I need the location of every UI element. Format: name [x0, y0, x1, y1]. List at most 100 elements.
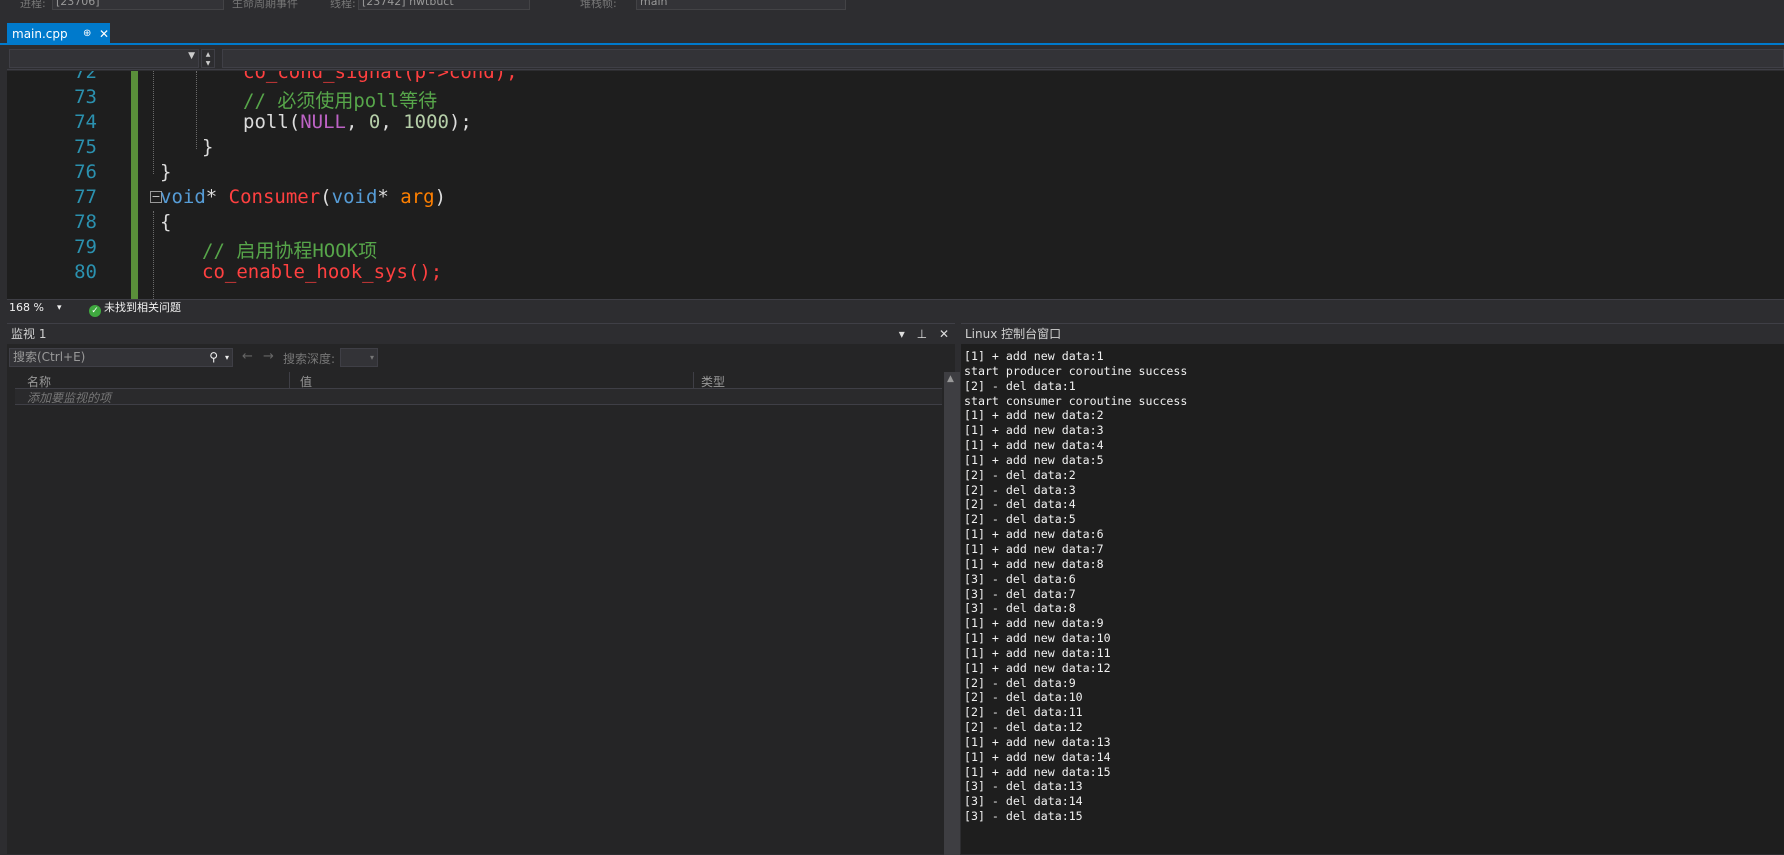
console-line: [1] + add new data:3: [964, 423, 1104, 438]
line-number: 72: [74, 71, 97, 83]
console-line: [3] - del data:6: [964, 571, 1076, 586]
linux-console-panel: Linux 控制台窗口 [1] + add new data:1 start pr…: [961, 323, 1784, 854]
panel-tools: ▾ ⊥ ✕: [891, 324, 949, 344]
console-line: start producer coroutine success: [964, 363, 1188, 378]
search-icon[interactable]: ⚲: [209, 349, 218, 366]
console-line: [3] - del data:13: [964, 779, 1083, 794]
down-icon: ▼: [205, 60, 211, 67]
scroll-up-icon[interactable]: ▲: [947, 374, 954, 384]
console-line: [1] + add new data:4: [964, 438, 1104, 453]
indent-guide: [153, 211, 154, 299]
arrow-left-icon[interactable]: ←: [242, 349, 253, 364]
console-line: [1] + add new data:15: [964, 764, 1111, 779]
zoom-level[interactable]: 168 %: [9, 300, 44, 316]
scope-combo[interactable]: ▼: [9, 49, 199, 68]
add-watch-row[interactable]: 添加要监视的项: [15, 389, 942, 405]
chevron-down-icon[interactable]: ▾: [57, 300, 62, 316]
console-line: [2] - del data:10: [964, 690, 1083, 705]
console-line: [1] + add new data:1: [964, 349, 1104, 363]
code-line: // 必须使用poll等待: [243, 90, 438, 112]
search-placeholder: 搜索(Ctrl+E): [13, 350, 86, 364]
console-line: [2] - del data:12: [964, 720, 1083, 735]
code-line: poll(NULL, 0, 1000);: [243, 111, 472, 133]
search-depth-combo[interactable]: ▾: [340, 348, 378, 367]
line-number: 74: [74, 111, 97, 133]
code-line: }: [202, 136, 214, 158]
column-header-type[interactable]: 类型: [701, 373, 725, 390]
line-number: 73: [74, 86, 97, 108]
watch-scrollbar[interactable]: ▲: [944, 372, 960, 855]
search-input[interactable]: 搜索(Ctrl+E) ⚲ ▾: [9, 348, 233, 367]
console-line: [3] - del data:7: [964, 586, 1076, 601]
chevron-down-icon[interactable]: ▾: [225, 349, 229, 366]
console-line: [2] - del data:9: [964, 675, 1076, 690]
column-header-value[interactable]: 值: [300, 373, 312, 390]
console-line: [1] + add new data:6: [964, 527, 1104, 542]
code-line: }: [160, 161, 172, 183]
line-number: 77: [74, 186, 97, 208]
add-watch-placeholder: 添加要监视的项: [27, 391, 112, 405]
stack-frame-combo[interactable]: main: [636, 0, 846, 10]
tab-main-cpp[interactable]: main.cpp ⊕ ✕: [7, 23, 110, 45]
lifecycle-events-label[interactable]: 生命周期事件: [232, 0, 298, 11]
watch-grid-header: 名称 值 类型: [15, 372, 942, 389]
console-line: [1] + add new data:12: [964, 660, 1111, 675]
change-indicator-bar: [131, 71, 138, 299]
watch-panel-title: 监视 1 ▾ ⊥ ✕: [7, 324, 955, 344]
issues-indicator[interactable]: ✓ 未找到相关问题: [89, 300, 181, 317]
search-depth-label: 搜索深度:: [283, 352, 336, 366]
document-tab-strip: main.cpp ⊕ ✕: [0, 23, 1784, 45]
close-icon[interactable]: ✕: [99, 23, 109, 45]
pin-icon[interactable]: ⊥: [917, 327, 927, 341]
stack-frame-label: 堆栈帧:: [580, 0, 617, 10]
console-line: [2] - del data:11: [964, 705, 1083, 720]
process-combo[interactable]: [23706]: [52, 0, 224, 10]
debug-location-toolbar: 进程: [23706] 生命周期事件 线程: [23742] hwtbuct 堆…: [0, 0, 1784, 14]
code-line: co_cond_signal(p->cond);: [243, 71, 518, 83]
console-line: [1] + add new data:9: [964, 616, 1104, 631]
code-line: // 启用协程HOOK项: [202, 240, 378, 262]
console-line: [1] + add new data:13: [964, 734, 1111, 749]
tab-label: main.cpp: [12, 27, 68, 41]
thread-combo[interactable]: [23742] hwtbuct: [358, 0, 530, 10]
console-line: [2] - del data:4: [964, 497, 1076, 512]
console-line: [1] + add new data:11: [964, 645, 1111, 660]
column-header-name[interactable]: 名称: [27, 373, 51, 390]
line-number: 79: [74, 236, 97, 258]
console-line: [2] - del data:3: [964, 482, 1076, 497]
code-line: co_enable_hook_sys();: [202, 261, 443, 283]
console-line: start consumer coroutine success: [964, 393, 1188, 408]
indent-guide: [153, 71, 154, 174]
line-number: 76: [74, 161, 97, 183]
thread-label: 线程:: [330, 0, 356, 10]
console-line: [3] - del data:8: [964, 601, 1076, 616]
console-line: [1] + add new data:8: [964, 556, 1104, 571]
console-line: [2] - del data:5: [964, 512, 1076, 527]
indent-guide: [196, 71, 197, 149]
chevron-down-icon: ▼: [188, 51, 195, 61]
code-editor[interactable]: 72 73 74 75 76 77 78 79 80 co_cond_signa…: [7, 71, 1784, 299]
split-spinner[interactable]: ▲ ▼: [201, 49, 215, 68]
close-icon[interactable]: ✕: [939, 327, 949, 341]
search-nav: ← →: [242, 349, 274, 364]
member-combo[interactable]: [222, 49, 1784, 68]
console-line: [1] + add new data:2: [964, 408, 1104, 423]
console-line: [1] + add new data:7: [964, 541, 1104, 556]
line-number: 78: [74, 211, 97, 233]
panel-title-text: 监视 1: [11, 327, 47, 341]
console-line: [1] + add new data:5: [964, 452, 1104, 467]
window-position-icon[interactable]: ▾: [899, 327, 905, 341]
console-output[interactable]: [1] + add new data:1 start producer corou…: [964, 349, 1187, 824]
check-circle-icon: ✓: [89, 305, 101, 317]
pin-icon[interactable]: ⊕: [83, 23, 91, 45]
line-number: 80: [74, 261, 97, 283]
watch-search-bar: 搜索(Ctrl+E) ⚲ ▾ ← → 搜索深度: ▾: [7, 346, 955, 368]
console-line: [3] - del data:15: [964, 809, 1083, 824]
console-line: [1] + add new data:10: [964, 631, 1111, 646]
console-line: [3] - del data:14: [964, 794, 1083, 809]
code-line: void* Consumer(void* arg): [160, 186, 447, 208]
console-line: [2] - del data:2: [964, 467, 1076, 482]
console-line: [1] + add new data:14: [964, 749, 1111, 764]
console-panel-title: Linux 控制台窗口: [961, 324, 1784, 344]
arrow-right-icon[interactable]: →: [263, 349, 274, 364]
